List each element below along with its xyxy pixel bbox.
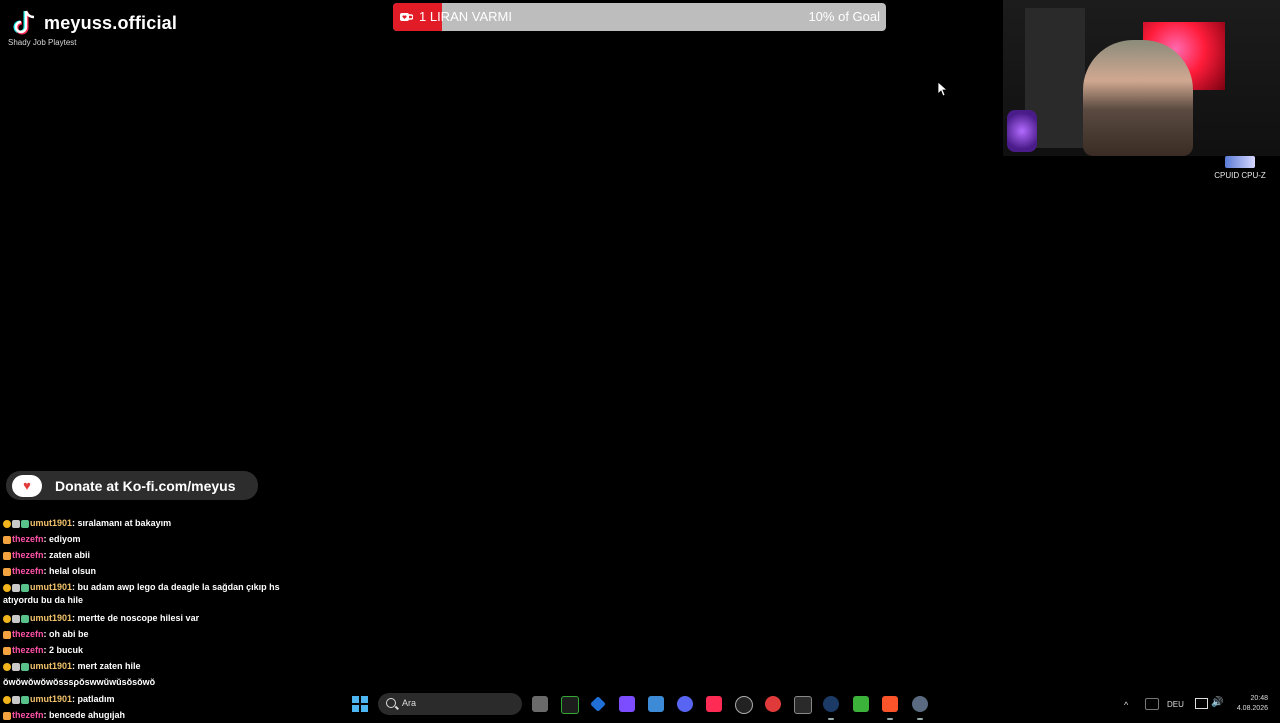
app-grid-icon[interactable] [619,696,635,712]
channel-name: meyuss.official [44,12,178,33]
brave-icon[interactable] [882,696,898,712]
gold-badge-icon [3,614,11,623]
chat-text: sıralamanı at bakayım [77,518,172,528]
chat-message: thezefn: oh abi be [3,626,303,642]
chat-text: 2 bucuk [49,645,84,655]
chat-text: helal olsun [49,566,97,576]
orange-badge-icon [3,535,11,544]
chat-message: umut1901: bu adam awp lego da deagle la … [3,581,303,607]
steam-icon[interactable] [823,696,839,712]
obs-icon[interactable] [735,696,753,714]
sourcetree-icon[interactable] [590,696,606,712]
kofi-label: Donate at Ko-fi.com/meyus [55,477,236,494]
clock-date: 4.08.2026 [1236,705,1268,712]
desktop-shortcut-cpuz[interactable]: CPUID CPU-Z [1208,156,1272,180]
volume-icon[interactable]: 🔊 [1211,697,1223,708]
stream-subtitle: Shady Job Playtest [8,38,77,47]
goal-percentage: 10% of Goal [808,9,880,24]
chat-text: mertte de noscope hilesi var [77,613,200,623]
settings-gear-icon[interactable] [912,696,928,712]
grey-badge-icon [12,519,20,528]
kofi-heart-icon: ♥ [12,474,42,497]
chat-username[interactable]: umut1901 [30,582,72,592]
clock-time: 20:48 [1250,695,1268,702]
kofi-donate-banner[interactable]: ♥ Donate at Ko-fi.com/meyus [6,471,258,500]
chat-message: thezefn: 2 bucuk [3,642,303,658]
chat-username[interactable]: umut1901 [30,661,72,671]
green-badge-icon [21,614,29,623]
chat-text: ŏwŏwŏwŏwŏsssρŏswwŭwŭsŏsŏwŏ [3,677,156,687]
language-indicator[interactable]: DEU [1167,700,1184,709]
display-icon[interactable] [1195,698,1208,709]
tiktok-app-icon[interactable] [706,696,722,712]
chat-message: umut1901: sıralamanı at bakayım [3,515,303,531]
media-app-icon[interactable] [765,696,781,712]
orange-badge-icon [3,646,11,655]
background-light [1007,110,1037,152]
gold-badge-icon [3,662,11,671]
chat-text: mert zaten hile [77,661,141,671]
channel-brand: meyuss.official [10,8,177,38]
mouse-cursor-icon [937,81,947,97]
chat-message: umut1901: mertte de noscope hilesi var [3,610,303,626]
chat-username[interactable]: thezefn [12,645,44,655]
cpuz-label: CPUID CPU-Z [1214,171,1266,180]
windows-start-icon[interactable] [352,696,368,712]
chat-username[interactable]: thezefn [12,550,44,560]
chat-text: oh abi be [49,629,89,639]
donation-goal-bar: 1 LIRAN VARMI 10% of Goal [393,3,886,31]
chat-text: zaten abii [49,550,91,560]
taskbar-search-input[interactable]: Ara [378,693,522,715]
browser-icon[interactable] [648,696,664,712]
streamer [1083,40,1193,156]
taskbar: Ara ^ DEU 🔊 20:48 4.08.2026 [0,688,1280,720]
chat-message: thezefn: helal olsun [3,563,303,579]
grey-badge-icon [12,614,20,623]
tiktok-icon [10,8,38,38]
orange-badge-icon [3,567,11,576]
search-icon [386,698,396,708]
chat-message: umut1901: mert zaten hile [3,658,303,674]
chat-username[interactable]: umut1901 [30,613,72,623]
tray-overflow-chevron-icon[interactable]: ^ [1124,700,1128,710]
chat-message: thezefn: zaten abii [3,547,303,563]
goal-title: 1 LIRAN VARMI [419,9,512,24]
clock[interactable]: 20:48 4.08.2026 [1236,694,1268,714]
green-badge-icon [21,519,29,528]
orange-badge-icon [3,551,11,560]
chat-message: thezefn: ediyom [3,531,303,547]
green-badge-icon [21,583,29,592]
cpuz-icon [1225,156,1255,168]
gold-badge-icon [3,583,11,592]
webcam-feed [1003,0,1280,156]
terminal-icon[interactable] [561,696,579,714]
grey-badge-icon [12,583,20,592]
file-explorer-icon[interactable] [532,696,548,712]
kofi-cup-icon [400,13,413,21]
gold-badge-icon [3,519,11,528]
chat-username[interactable]: umut1901 [30,518,72,528]
chat-text: ediyom [49,534,81,544]
chat-username[interactable]: thezefn [12,566,44,576]
orange-badge-icon [3,630,11,639]
minecraft-icon[interactable] [853,696,869,712]
chat-username[interactable]: thezefn [12,534,44,544]
network-icon[interactable] [1145,698,1159,710]
discord-icon[interactable] [677,696,693,712]
grey-badge-icon [12,662,20,671]
chat-username[interactable]: thezefn [12,629,44,639]
green-badge-icon [21,662,29,671]
search-placeholder: Ara [402,698,417,708]
epic-games-icon[interactable] [794,696,812,714]
